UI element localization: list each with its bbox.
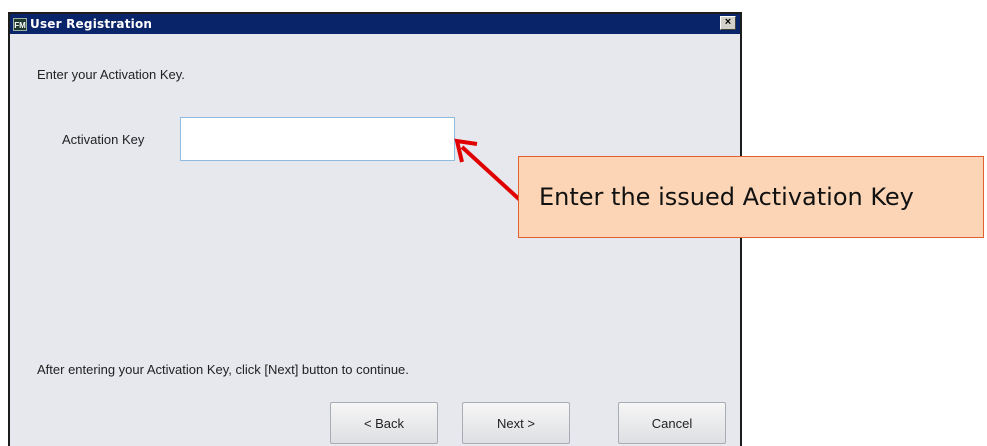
annotation-callout: Enter the issued Activation Key — [518, 156, 984, 238]
footer-instruction-text: After entering your Activation Key, clic… — [37, 362, 409, 377]
activation-key-label: Activation Key — [62, 132, 145, 147]
back-button[interactable]: < Back — [330, 402, 438, 444]
instruction-text: Enter your Activation Key. — [37, 67, 185, 82]
activation-key-input[interactable] — [180, 117, 455, 161]
title-bar[interactable]: FM User Registration × — [10, 14, 740, 34]
close-icon: × — [724, 16, 732, 28]
callout-text: Enter the issued Activation Key — [539, 183, 914, 211]
next-button[interactable]: Next > — [462, 402, 570, 444]
dialog-content: Enter your Activation Key. Activation Ke… — [10, 34, 740, 446]
app-icon: FM — [13, 17, 27, 31]
cancel-button[interactable]: Cancel — [618, 402, 726, 444]
close-button[interactable]: × — [720, 16, 736, 30]
window-title: User Registration — [30, 17, 153, 31]
